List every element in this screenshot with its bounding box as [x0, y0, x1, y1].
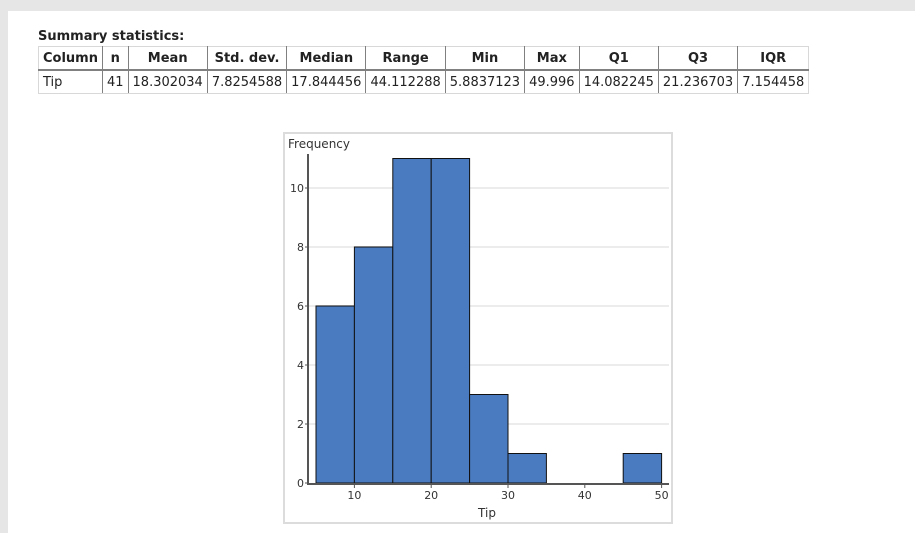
histogram-bar [315, 305, 355, 484]
y-tick-label: 8 [297, 241, 304, 254]
column-header: Min [444, 46, 526, 71]
histogram-bar [622, 453, 663, 484]
table-cell: 7.154458 [737, 69, 810, 94]
table-cell: 7.8254588 [206, 69, 288, 94]
x-tick-label: 20 [424, 489, 438, 502]
histogram-chart: 0 2 4 6 8 10 10 20 30 40 50 Frequency Tip [288, 137, 669, 520]
y-ticks: 0 2 4 6 8 10 [290, 182, 308, 490]
histogram-frame: 0 2 4 6 8 10 10 20 30 40 50 Frequency Tip [283, 132, 673, 524]
x-tick-label: 50 [655, 489, 669, 502]
x-ticks: 10 20 30 40 50 [347, 484, 669, 502]
y-tick-label: 10 [290, 182, 304, 195]
column-header: Range [365, 46, 446, 71]
histogram-bar [469, 394, 509, 484]
column-header: Max [524, 46, 580, 71]
x-tick-label: 40 [578, 489, 592, 502]
y-tick-label: 0 [297, 477, 304, 490]
histogram-bar [507, 453, 547, 484]
x-axis-label: Tip [477, 506, 496, 520]
table-header-row: Column n Mean Std. dev. Median Range Min Max Q1 Q… [38, 46, 810, 71]
table-cell: 21.236703 [657, 69, 739, 94]
table-cell: 44.112288 [365, 69, 446, 94]
table-cell: 18.302034 [127, 69, 208, 94]
column-header: n [101, 46, 129, 71]
column-header: Mean [127, 46, 208, 71]
table-body: Tip 41 18.302034 7.8254588 17.844456 44.11228… [38, 69, 810, 94]
column-header: Std. dev. [206, 46, 288, 71]
histogram-bar [430, 158, 471, 484]
column-header: Q1 [578, 46, 659, 71]
bars [315, 158, 663, 484]
column-header: IQR [737, 46, 810, 71]
table-row: Tip 41 18.302034 7.8254588 17.844456 44.11228… [38, 69, 810, 94]
histogram-bar [392, 158, 432, 484]
y-tick-label: 4 [297, 359, 304, 372]
x-tick-label: 10 [347, 489, 361, 502]
table-cell: Tip [38, 69, 103, 94]
summary-statistics-title: Summary statistics: [38, 29, 185, 44]
table-cell: 5.8837123 [444, 69, 526, 94]
table-cell: 41 [101, 69, 129, 94]
x-tick-label: 30 [501, 489, 515, 502]
table-cell: 17.844456 [286, 69, 367, 94]
table-cell: 14.082245 [578, 69, 659, 94]
table-cell: 49.996 [524, 69, 580, 94]
y-tick-label: 2 [297, 418, 304, 431]
column-header: Median [286, 46, 367, 71]
summary-statistics-table: Column n Mean Std. dev. Median Range Min Max Q1 Q… [38, 46, 810, 94]
column-header: Q3 [657, 46, 739, 71]
histogram-bar [353, 246, 394, 484]
y-axis-label: Frequency [288, 137, 350, 151]
column-header: Column [38, 46, 103, 71]
y-tick-label: 6 [297, 300, 304, 313]
